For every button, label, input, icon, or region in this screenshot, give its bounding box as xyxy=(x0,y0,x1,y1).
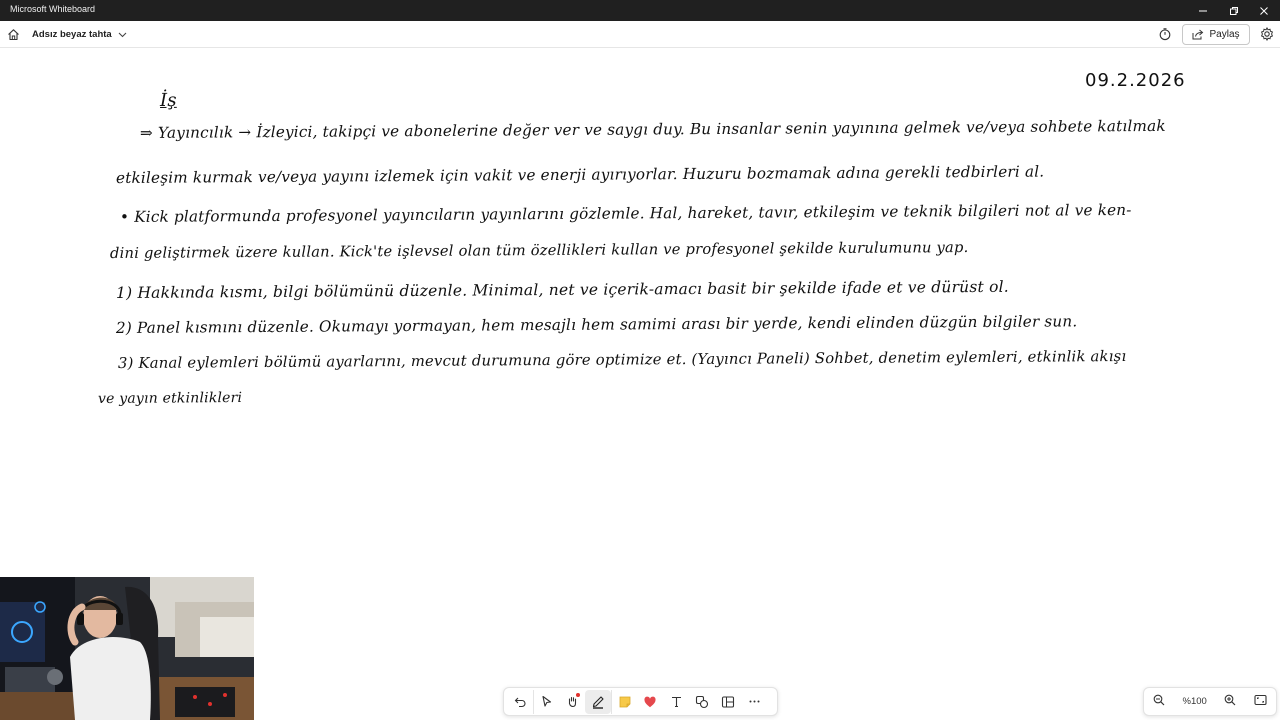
fit-screen-icon xyxy=(1254,694,1267,706)
share-button[interactable]: Paylaş xyxy=(1182,24,1250,45)
home-icon xyxy=(7,28,19,40)
text-button[interactable] xyxy=(663,690,689,714)
zoom-out-button[interactable] xyxy=(1153,694,1165,709)
board-title-dropdown[interactable]: Adsız beyaz tahta xyxy=(32,29,127,40)
close-button[interactable] xyxy=(1248,0,1280,21)
gear-icon xyxy=(1260,26,1274,42)
handwritten-date: 09.2.2026 xyxy=(1085,70,1186,91)
handwritten-line: ve yayın etkinlikleri xyxy=(97,389,243,407)
hand-button[interactable] xyxy=(559,690,585,714)
fit-screen-button[interactable] xyxy=(1254,694,1267,709)
zoom-out-icon xyxy=(1153,694,1165,706)
reaction-button[interactable] xyxy=(637,690,663,714)
handwritten-line: 1) Hakkında kısmı, bilgi bölümünü düzenl… xyxy=(115,277,1009,302)
handwritten-line: dini geliştirmek üzere kullan. Kick'te i… xyxy=(109,239,969,262)
more-icon xyxy=(749,700,759,703)
handwritten-heading: İş xyxy=(159,89,177,111)
restore-icon xyxy=(1230,6,1238,15)
home-button[interactable] xyxy=(5,26,21,42)
close-icon xyxy=(1260,6,1268,15)
settings-button[interactable] xyxy=(1260,26,1274,42)
more-button[interactable] xyxy=(741,690,767,714)
recording-dot xyxy=(576,692,580,697)
share-label: Paylaş xyxy=(1209,29,1240,40)
sticky-note-icon xyxy=(619,696,630,707)
reaction-icon xyxy=(644,696,656,707)
zoom-controls: %100 xyxy=(1143,687,1277,716)
text-icon xyxy=(671,696,681,708)
window-title: Microsoft Whiteboard xyxy=(10,4,96,14)
minimize-button[interactable] xyxy=(1187,0,1219,21)
zoom-in-button[interactable] xyxy=(1224,694,1236,709)
webcam-overlay xyxy=(0,577,254,720)
handwritten-line: ⇒ Yayıncılık → İzleyici, takipçi ve abon… xyxy=(139,116,1166,142)
shapes-button[interactable] xyxy=(689,690,715,714)
webcam-scene xyxy=(0,577,254,720)
drawing-toolbar xyxy=(503,687,778,716)
handwritten-line: 2) Panel kısmını düzenle. Okumayı yormay… xyxy=(115,312,1078,337)
handwritten-line: 3) Kanal eylemleri bölümü ayarlarını, me… xyxy=(117,347,1127,372)
share-icon xyxy=(1192,29,1204,40)
shapes-icon xyxy=(695,695,709,708)
undo-icon xyxy=(514,697,525,708)
app-toolbar: Adsız beyaz tahta Paylaş xyxy=(0,21,1280,48)
templates-icon xyxy=(721,695,735,708)
handwritten-line: • Kick platformunda profesyonel yayıncıl… xyxy=(119,200,1132,226)
zoom-level[interactable]: %100 xyxy=(1183,696,1207,707)
restore-button[interactable] xyxy=(1218,0,1250,21)
chevron-down-icon xyxy=(118,32,127,37)
handwritten-line: etkileşim kurmak ve/veya yayını izlemek … xyxy=(115,162,1045,187)
pen-icon xyxy=(592,695,604,709)
timer-icon xyxy=(1159,28,1171,41)
timer-button[interactable] xyxy=(1158,27,1172,41)
undo-button[interactable] xyxy=(507,690,533,714)
sticky-note-button[interactable] xyxy=(611,689,637,714)
board-title: Adsız beyaz tahta xyxy=(32,29,112,40)
templates-button[interactable] xyxy=(715,690,741,714)
select-button[interactable] xyxy=(533,689,559,714)
select-icon xyxy=(542,695,552,707)
window-titlebar: Microsoft Whiteboard xyxy=(0,0,1280,21)
hand-icon xyxy=(568,696,576,708)
minimize-icon xyxy=(1199,10,1207,11)
zoom-in-icon xyxy=(1225,694,1236,706)
pen-button[interactable] xyxy=(585,689,611,714)
